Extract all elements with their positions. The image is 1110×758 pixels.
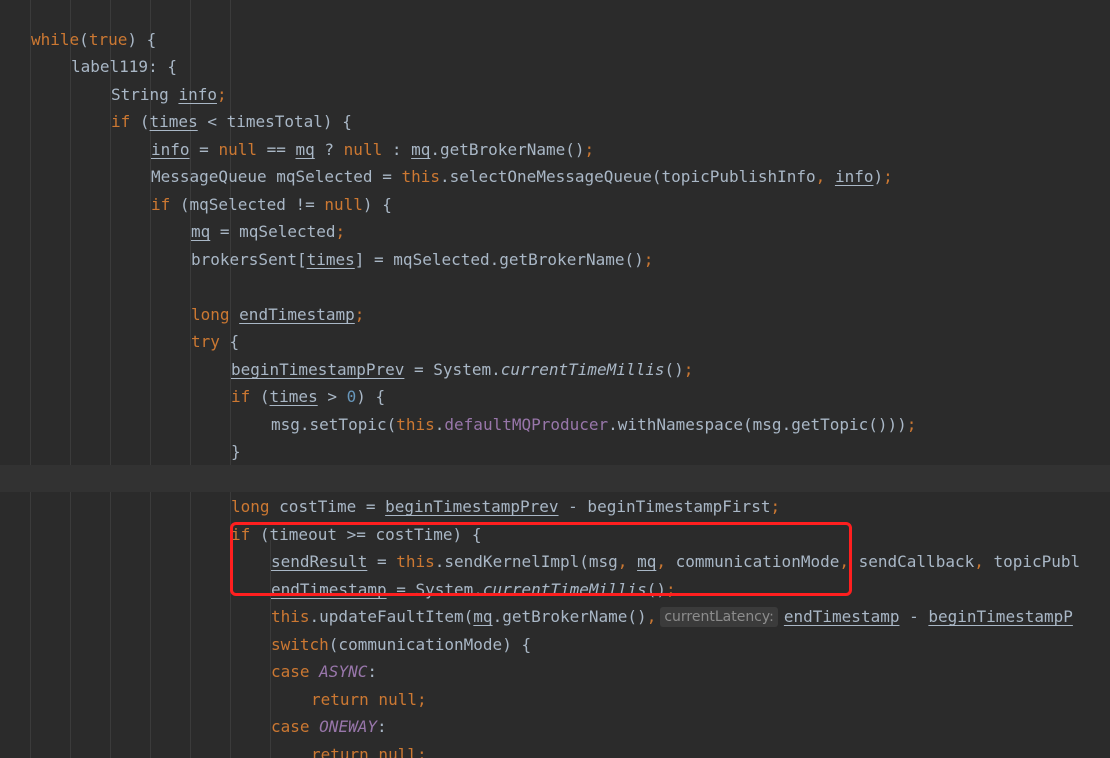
code-line: mq = mqSelected; [191,222,346,241]
code-line: MessageQueue mqSelected = this.selectOne… [151,167,893,186]
parameter-hint: currentLatency: [660,607,778,627]
code-line: } [231,442,241,461]
code-line: if (times > 0) { [231,387,386,406]
code-line: this.updateFaultItem(mq.getBrokerName(),… [271,607,1073,627]
code-line: try { [191,332,240,351]
code-line: if (times < timesTotal) { [111,112,352,131]
code-line: msg.setTopic(this.defaultMQProducer.with… [271,415,917,434]
code-line: while(true) { [31,30,157,49]
code-line: label119: { [71,57,177,76]
current-line-highlight [0,465,1110,492]
code-line: return null; [311,745,427,758]
code-line: String info; [111,85,227,104]
code-editor[interactable]: while(true) { label119: { String info; i… [0,0,1110,758]
code-line: info = null == mq ? null : mq.getBrokerN… [151,140,595,159]
code-line: long costTime = beginTimestampPrev - beg… [231,497,781,516]
code-line: long endTimestamp; [191,305,365,324]
indent-guide [30,0,31,758]
highlight-box [230,522,852,596]
code-line: brokersSent[times] = mqSelected.getBroke… [191,250,654,269]
code-line: return null; [311,690,427,709]
code-line: if (mqSelected != null) { [151,195,392,214]
code-line: beginTimestampPrev = System.currentTimeM… [231,360,694,379]
code-line: case ASYNC: [271,662,377,681]
code-line: case ONEWAY: [271,717,387,736]
indent-guide [70,0,71,758]
code-line: switch(communicationMode) { [271,635,532,654]
